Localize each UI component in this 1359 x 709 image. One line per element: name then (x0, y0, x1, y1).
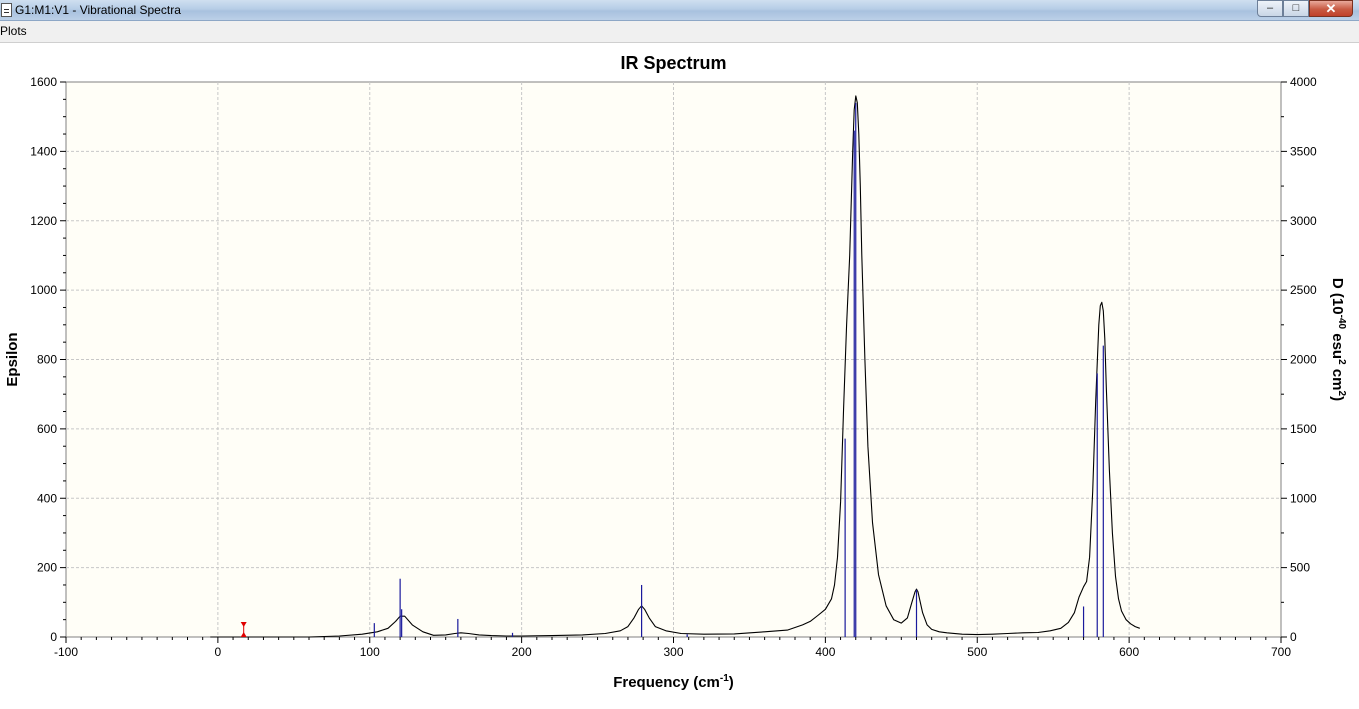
window-title: G1:M1:V1 - Vibrational Spectra (15, 3, 181, 17)
maximize-icon: □ (1292, 2, 1300, 14)
y-tick-label: 200 (37, 561, 57, 575)
x-tick-label: 400 (815, 645, 835, 659)
y-tick-label: 600 (37, 422, 57, 436)
x-tick-label: 200 (512, 645, 532, 659)
maximize-button[interactable]: □ (1283, 0, 1309, 17)
x-tick-label: -100 (54, 645, 78, 659)
ir-spectrum-chart: -100 0 100 200 300 400 500 600 70002004006008001… (4, 53, 1347, 691)
y2-axis-label: D (10-40 esu2 cm2) (1329, 278, 1347, 401)
y-tick-label: 800 (37, 353, 57, 367)
y-tick-label: 1000 (30, 283, 57, 297)
y-tick-label: 1400 (30, 144, 57, 158)
y2-tick-label: 1000 (1290, 491, 1317, 505)
y-tick-label: 400 (37, 491, 57, 505)
y2-tick-label: 0 (1290, 630, 1297, 644)
close-icon: ✕ (1325, 1, 1337, 16)
menu-bar: Plots (0, 21, 1359, 43)
chart-title: IR Spectrum (620, 53, 726, 73)
y2-tick-label: 4000 (1290, 75, 1317, 89)
y-tick-label: 1600 (30, 75, 57, 89)
y2-tick-label: 3000 (1290, 214, 1317, 228)
x-axis-label: Frequency (cm-1) (613, 673, 734, 691)
window-controls: – □ ✕ (1257, 0, 1353, 18)
minimize-button[interactable]: – (1257, 0, 1283, 17)
window-titlebar: G1:M1:V1 - Vibrational Spectra – □ ✕ (0, 0, 1359, 21)
minimize-icon: – (1266, 2, 1274, 14)
close-button[interactable]: ✕ (1309, 0, 1353, 17)
y-tick-label: 1200 (30, 214, 57, 228)
x-tick-label: 700 (1271, 645, 1291, 659)
x-tick-label: 500 (967, 645, 987, 659)
menu-plots[interactable]: Plots (0, 24, 27, 38)
x-tick-label: 600 (1119, 645, 1139, 659)
x-tick-label: 100 (360, 645, 380, 659)
y2-tick-label: 500 (1290, 561, 1310, 575)
y2-tick-label: 2500 (1290, 283, 1317, 297)
document-icon (1, 3, 12, 17)
chart-area: -100 0 100 200 300 400 500 600 700 0 200 400 600 800 1… (0, 43, 1359, 704)
y2-tick-label: 3500 (1290, 144, 1317, 158)
y-tick-label: 0 (50, 630, 57, 644)
x-tick-label: 300 (663, 645, 683, 659)
x-tick-label: 0 (215, 645, 222, 659)
y2-tick-label: 1500 (1290, 422, 1317, 436)
y-axis-label: Epsilon (4, 332, 21, 386)
y2-tick-label: 2000 (1290, 353, 1317, 367)
